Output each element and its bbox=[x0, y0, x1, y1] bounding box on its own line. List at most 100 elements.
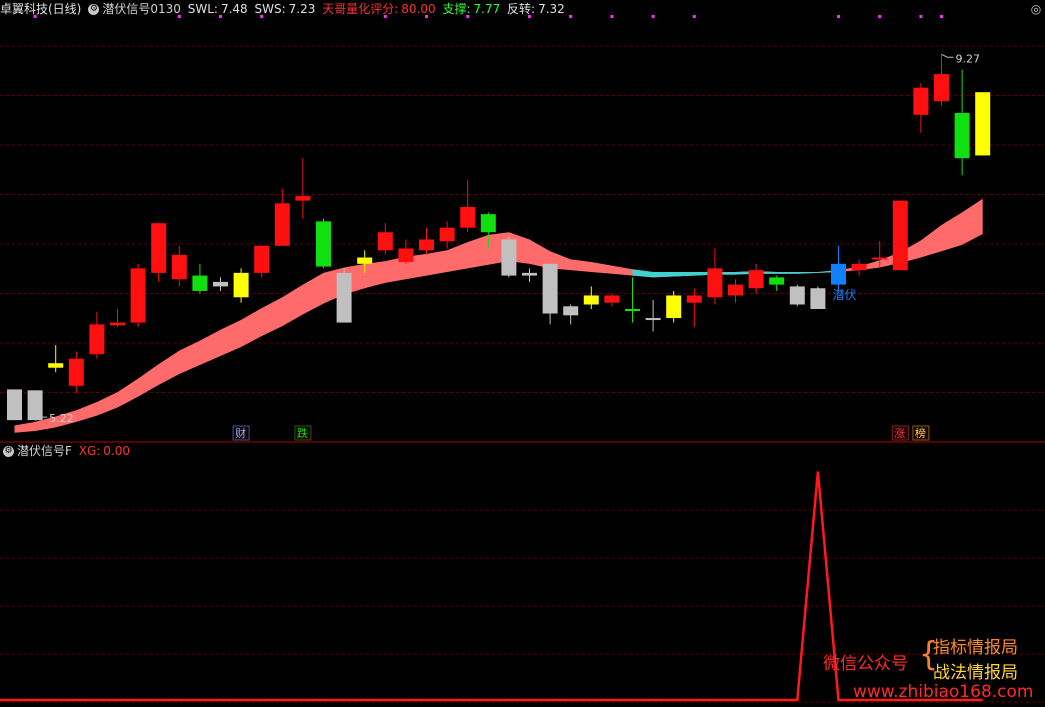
candle[interactable] bbox=[748, 263, 764, 294]
candle[interactable] bbox=[398, 239, 414, 264]
candle[interactable] bbox=[728, 279, 743, 303]
candle[interactable] bbox=[68, 351, 84, 394]
candle-body bbox=[233, 272, 249, 298]
candle[interactable] bbox=[274, 188, 290, 246]
candle[interactable] bbox=[7, 389, 22, 421]
candle[interactable] bbox=[563, 304, 579, 325]
candle-body bbox=[192, 275, 208, 291]
candle-body bbox=[975, 92, 991, 156]
sws-value: 7.23 bbox=[288, 2, 316, 16]
candle[interactable] bbox=[831, 245, 846, 291]
candle-body bbox=[274, 203, 290, 246]
candle[interactable] bbox=[789, 284, 805, 307]
signal-dot bbox=[569, 15, 573, 18]
signal-dot bbox=[878, 15, 882, 18]
xg-label: XG: bbox=[78, 444, 101, 458]
candle[interactable] bbox=[522, 268, 537, 282]
candle[interactable] bbox=[151, 223, 167, 282]
candle-body bbox=[48, 363, 64, 368]
candle-body bbox=[89, 324, 105, 355]
candle-body bbox=[892, 200, 908, 271]
candle[interactable] bbox=[975, 92, 991, 156]
candle-body bbox=[666, 295, 682, 319]
candle-body bbox=[831, 263, 846, 285]
candle[interactable] bbox=[192, 263, 208, 294]
score-label: 天哥量化评分: bbox=[322, 2, 399, 16]
candle-body bbox=[686, 295, 702, 303]
candle[interactable] bbox=[316, 218, 331, 269]
candle-body bbox=[748, 270, 764, 289]
signal-dot bbox=[919, 15, 923, 18]
watermark-line-1: 指标情报局 bbox=[933, 638, 1018, 658]
gear-icon[interactable]: ⚙ bbox=[88, 4, 100, 15]
candle-body bbox=[151, 223, 167, 273]
signal-dot bbox=[610, 15, 614, 18]
candle[interactable] bbox=[604, 293, 620, 307]
candle-body bbox=[171, 254, 187, 280]
panel-menu-icon[interactable]: ◎ bbox=[1027, 0, 1045, 18]
candle-body bbox=[522, 272, 537, 276]
event-marker: 涨 bbox=[894, 427, 905, 440]
candle[interactable] bbox=[377, 223, 393, 255]
chart-canvas: 9.27 5.22 潜伏财 跌 涨榜 bbox=[0, 15, 1045, 703]
candle[interactable] bbox=[89, 311, 105, 359]
price-label: 9.27 bbox=[956, 52, 981, 65]
price-label: 5.22 bbox=[49, 412, 74, 425]
candle-body bbox=[501, 239, 517, 276]
latent-label: 潜伏 bbox=[833, 288, 857, 302]
candle[interactable] bbox=[460, 179, 476, 233]
candle[interactable] bbox=[254, 245, 270, 278]
candle-body bbox=[357, 257, 373, 264]
reversal-value: 7.32 bbox=[538, 2, 565, 16]
candle-body bbox=[110, 322, 125, 326]
watermark-url: www.zhibiao168.com bbox=[853, 682, 1034, 702]
candle[interactable] bbox=[892, 200, 908, 271]
candle-body bbox=[563, 306, 579, 316]
sub-indicator-name: 潜伏信号F bbox=[17, 444, 72, 458]
candle-body bbox=[810, 288, 826, 310]
candle[interactable] bbox=[707, 248, 723, 305]
candle-body bbox=[27, 390, 43, 421]
candle[interactable] bbox=[295, 158, 311, 219]
candle[interactable] bbox=[769, 275, 785, 291]
candle-body bbox=[480, 214, 496, 233]
candle-body bbox=[851, 263, 867, 271]
candle[interactable] bbox=[583, 286, 599, 310]
candle[interactable] bbox=[542, 263, 558, 325]
candle-body bbox=[439, 227, 455, 242]
candle[interactable] bbox=[954, 69, 970, 176]
watermark-wechat: 微信公众号 bbox=[823, 654, 908, 674]
candle[interactable] bbox=[130, 263, 146, 328]
candle[interactable] bbox=[48, 345, 64, 373]
candle[interactable] bbox=[27, 390, 43, 421]
candle-body bbox=[68, 358, 84, 386]
watermark-line-2: 战法情报局 bbox=[933, 663, 1018, 683]
candle[interactable] bbox=[171, 245, 187, 287]
indicator-name: 潜伏信号0130 bbox=[102, 2, 181, 16]
candle[interactable] bbox=[686, 288, 702, 328]
candle-body bbox=[254, 245, 270, 273]
stock-title: 卓翼科技(日线) bbox=[0, 2, 82, 16]
swl-value: 7.48 bbox=[220, 2, 248, 16]
score-value: 80.00 bbox=[401, 2, 436, 16]
candle[interactable] bbox=[810, 286, 826, 310]
candle[interactable] bbox=[625, 277, 640, 323]
candle[interactable] bbox=[934, 54, 949, 106]
candle-body bbox=[645, 318, 661, 321]
candle[interactable] bbox=[913, 83, 929, 133]
candle-body bbox=[913, 87, 929, 115]
main-panel-header: 卓翼科技(日线) ⚙ 潜伏信号0130 SWL: 7.48 SWS: 7.23 天哥量化… bbox=[0, 0, 568, 18]
candle[interactable] bbox=[501, 236, 517, 278]
candle[interactable] bbox=[419, 227, 434, 255]
candle[interactable] bbox=[213, 277, 228, 291]
candle[interactable] bbox=[336, 268, 352, 323]
candle-body bbox=[728, 284, 743, 296]
candle[interactable] bbox=[233, 268, 249, 303]
candle[interactable] bbox=[851, 259, 867, 276]
candle-body bbox=[316, 221, 331, 267]
candle[interactable] bbox=[645, 299, 661, 332]
gear-icon[interactable]: ⚙ bbox=[3, 446, 14, 457]
candle-body bbox=[872, 257, 888, 260]
candle[interactable] bbox=[110, 309, 125, 328]
candle[interactable] bbox=[666, 290, 682, 323]
